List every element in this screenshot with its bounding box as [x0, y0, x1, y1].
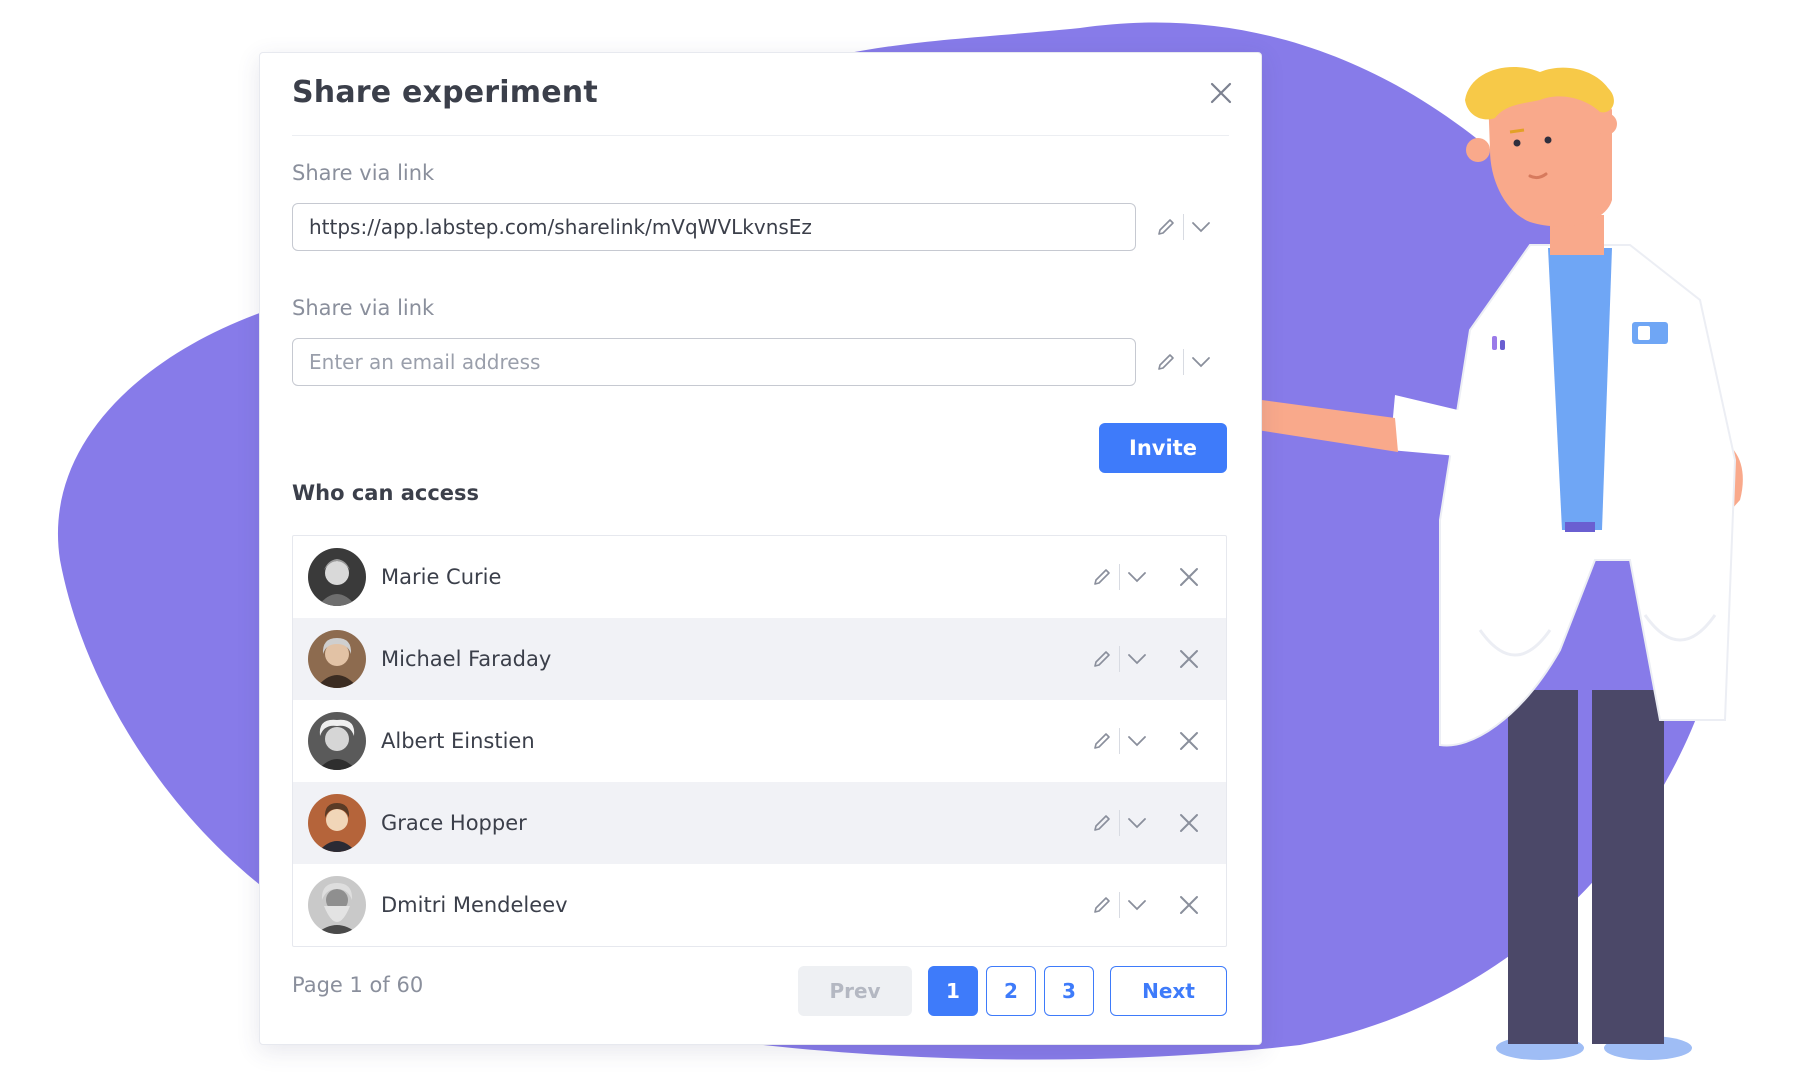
stage: Share experiment Share via link Share vi…: [0, 0, 1800, 1080]
prev-page-button[interactable]: Prev: [798, 966, 912, 1016]
chevron-down-icon: [1192, 222, 1210, 233]
chevron-down-icon: [1128, 900, 1146, 911]
member-name: Marie Curie: [381, 565, 502, 589]
member-name: Albert Einstien: [381, 729, 535, 753]
share-link-permission-toggle[interactable]: [1155, 209, 1212, 245]
avatar: [308, 712, 366, 770]
avatar: [308, 794, 366, 852]
chevron-down-icon: [1128, 818, 1146, 829]
list-item: Marie Curie: [293, 536, 1226, 618]
email-permission-toggle[interactable]: [1155, 344, 1212, 380]
avatar: [308, 630, 366, 688]
page-info: Page 1 of 60: [292, 973, 424, 997]
chevron-down-icon: [1128, 736, 1146, 747]
member-permission-toggle[interactable]: [1091, 723, 1148, 759]
page-button-2[interactable]: 2: [986, 966, 1036, 1016]
permission-separator: [1119, 892, 1120, 918]
remove-member-button[interactable]: [1172, 560, 1206, 594]
close-icon: [1180, 650, 1198, 668]
close-icon: [1180, 896, 1198, 914]
chevron-down-icon: [1128, 654, 1146, 665]
permission-separator: [1119, 564, 1120, 590]
member-name: Grace Hopper: [381, 811, 527, 835]
share-email-label: Share via link: [292, 296, 435, 320]
remove-member-button[interactable]: [1172, 888, 1206, 922]
permission-separator: [1183, 214, 1184, 240]
pencil-icon: [1094, 651, 1110, 667]
avatar: [308, 548, 366, 606]
email-field[interactable]: [292, 338, 1136, 386]
member-name: Michael Faraday: [381, 647, 552, 671]
member-permission-toggle[interactable]: [1091, 805, 1148, 841]
close-icon: [1180, 814, 1198, 832]
pencil-icon: [1094, 733, 1110, 749]
permission-separator: [1119, 810, 1120, 836]
close-icon: [1180, 732, 1198, 750]
permission-separator: [1119, 646, 1120, 672]
chevron-down-icon: [1128, 572, 1146, 583]
invite-button[interactable]: Invite: [1099, 423, 1227, 473]
remove-member-button[interactable]: [1172, 724, 1206, 758]
modal-title: Share experiment: [292, 75, 598, 110]
list-item: Dmitri Mendeleev: [293, 864, 1226, 946]
list-item: Albert Einstien: [293, 700, 1226, 782]
permission-separator: [1119, 728, 1120, 754]
member-permission-toggle[interactable]: [1091, 641, 1148, 677]
close-icon: [1180, 568, 1198, 586]
avatar: [308, 876, 366, 934]
chevron-down-icon: [1192, 357, 1210, 368]
who-can-access-title: Who can access: [292, 481, 480, 505]
pencil-icon: [1158, 219, 1174, 235]
member-permission-toggle[interactable]: [1091, 559, 1148, 595]
share-modal: Share experiment Share via link Share vi…: [259, 52, 1262, 1045]
share-link-label: Share via link: [292, 161, 435, 185]
close-button[interactable]: [1203, 75, 1239, 111]
member-list: Marie Curie Michael Faraday Albert Einst…: [292, 535, 1227, 947]
member-name: Dmitri Mendeleev: [381, 893, 568, 917]
member-permission-toggle[interactable]: [1091, 887, 1148, 923]
pencil-icon: [1094, 897, 1110, 913]
page-button-1[interactable]: 1: [928, 966, 978, 1016]
list-item: Michael Faraday: [293, 618, 1226, 700]
pencil-icon: [1094, 569, 1110, 585]
list-item: Grace Hopper: [293, 782, 1226, 864]
page-button-3[interactable]: 3: [1044, 966, 1094, 1016]
share-link-field[interactable]: [292, 203, 1136, 251]
title-divider: [292, 135, 1229, 136]
remove-member-button[interactable]: [1172, 642, 1206, 676]
permission-separator: [1183, 349, 1184, 375]
pencil-icon: [1094, 815, 1110, 831]
close-icon: [1210, 82, 1232, 104]
next-page-button[interactable]: Next: [1110, 966, 1227, 1016]
remove-member-button[interactable]: [1172, 806, 1206, 840]
pencil-icon: [1158, 354, 1174, 370]
